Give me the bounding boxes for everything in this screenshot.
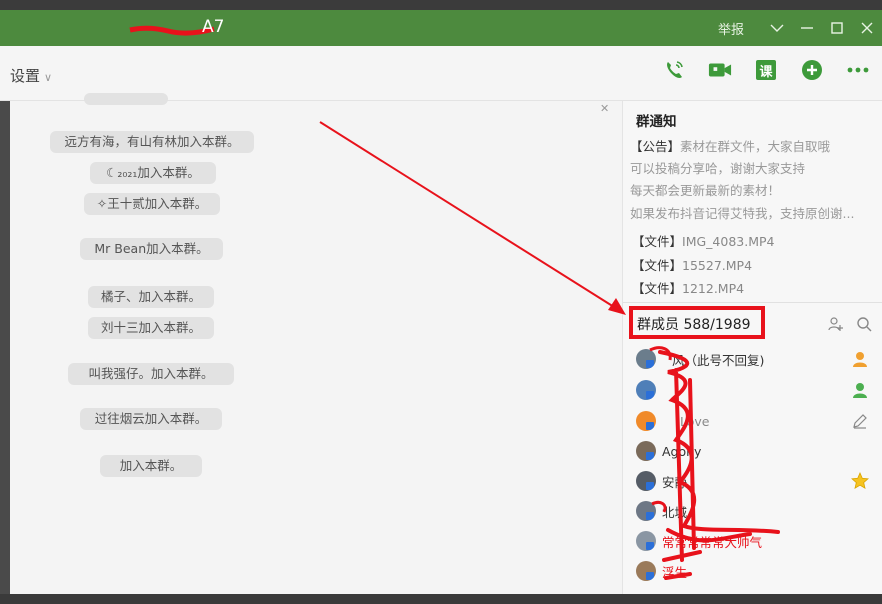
system-message: 过往烟云加入本群。: [80, 408, 222, 430]
report-button[interactable]: 举报: [718, 19, 744, 38]
file-name: 1212.MP4: [682, 281, 745, 296]
avatar: [636, 380, 656, 400]
notice-line: 如果发布抖音记得艾特我，支持原创谢...: [630, 206, 855, 221]
member-item[interactable]: 常常常常常大帅气: [636, 530, 762, 552]
system-message: 加入本群。: [100, 455, 202, 477]
close-icon[interactable]: [852, 10, 882, 46]
system-message: 远方有海，有山有林加入本群。: [50, 131, 254, 153]
file-item[interactable]: 【文件】1212.MP4: [632, 278, 744, 297]
member-name: 风（此号不回复): [672, 352, 765, 368]
video-icon[interactable]: [708, 58, 732, 82]
chevron-down-icon: ∨: [44, 71, 53, 84]
member-item[interactable]: 浮生: [636, 560, 687, 582]
class-icon-label: 课: [759, 64, 773, 80]
notice-tag: 【公告】: [630, 139, 681, 154]
maximize-icon[interactable]: [822, 10, 852, 46]
notice-line: 可以投稿分享哈，谢谢大家支持: [630, 161, 806, 176]
notice-line: 【公告】素材在群文件，大家自取哦: [630, 136, 830, 155]
chevron-down-icon[interactable]: [762, 10, 792, 46]
bottom-strip: [0, 594, 882, 604]
class-icon[interactable]: 课: [754, 58, 778, 82]
close-icon[interactable]: ✕: [600, 102, 609, 115]
settings-label: 设置: [10, 67, 41, 85]
add-app-icon[interactable]: [800, 58, 824, 82]
member-name: Agony: [662, 443, 702, 459]
divider: [623, 302, 882, 303]
avatar: [636, 531, 656, 551]
edit-icon[interactable]: [850, 411, 870, 431]
member-item[interactable]: 安静: [636, 470, 687, 492]
member-name: 安静: [662, 474, 688, 490]
avatar: [636, 561, 656, 581]
avatar: [636, 411, 656, 431]
system-message: 刘十三加入本群。: [88, 317, 214, 339]
group-title: A7: [202, 17, 225, 37]
star-icon: [850, 471, 870, 491]
member-name: 浮生: [662, 564, 688, 580]
phone-icon[interactable]: [662, 58, 686, 82]
system-message: 叫我强仔。加入本群。: [68, 363, 234, 385]
owner-icon: [850, 349, 870, 369]
file-name: IMG_4083.MP4: [682, 234, 775, 249]
search-icon[interactable]: [856, 316, 872, 332]
notice-title: 群通知: [636, 114, 677, 130]
app-window: A7 举报 设置 ∨ 课 远方有海，有山有林加入本群。 ☾₂₀₂₁加入本群。 ✧…: [0, 0, 882, 604]
notice-line: 每天都会更新最新的素材！: [630, 183, 781, 198]
file-name: 15527.MP4: [682, 258, 753, 273]
toolbar-actions: 课: [662, 58, 870, 82]
member-item[interactable]: 风（此号不回复): [636, 348, 764, 370]
member-actions: [828, 316, 872, 332]
system-message: Mr Bean加入本群。: [80, 238, 223, 260]
admin-icon: [850, 380, 870, 400]
avatar: [636, 441, 656, 461]
title-bar: A7 举报: [0, 10, 882, 46]
system-message: 橘子、加入本群。: [88, 286, 214, 308]
window-controls: 举报: [718, 10, 882, 46]
avatar: [636, 349, 656, 369]
file-tag: 【文件】: [632, 281, 683, 296]
member-item[interactable]: 北城: [636, 500, 687, 522]
top-strip: [0, 0, 882, 10]
file-item[interactable]: 【文件】15527.MP4: [632, 255, 752, 274]
system-message-partial: [84, 93, 168, 105]
member-item[interactable]: Love: [636, 410, 709, 432]
chat-area[interactable]: 远方有海，有山有林加入本群。 ☾₂₀₂₁加入本群。 ✧王十贰加入本群。 Mr B…: [10, 93, 622, 594]
member-item[interactable]: [636, 379, 662, 401]
member-name: 常常常常常大帅气: [662, 534, 763, 550]
minimize-icon[interactable]: [792, 10, 822, 46]
settings-dropdown[interactable]: 设置 ∨: [10, 65, 52, 86]
more-icon[interactable]: [846, 58, 870, 82]
avatar: [636, 471, 656, 491]
add-member-icon[interactable]: [828, 316, 844, 332]
file-tag: 【文件】: [632, 234, 683, 249]
notice-text: 素材在群文件，大家自取哦: [680, 139, 831, 154]
member-name: Love: [680, 413, 710, 429]
member-item[interactable]: Agony: [636, 440, 701, 462]
member-name: 北城: [662, 504, 688, 520]
file-tag: 【文件】: [632, 258, 683, 273]
file-item[interactable]: 【文件】IMG_4083.MP4: [632, 231, 774, 250]
avatar: [636, 501, 656, 521]
annotation-highlight-box: [629, 306, 765, 339]
system-message: ☾₂₀₂₁加入本群。: [90, 162, 216, 184]
system-message: ✧王十贰加入本群。: [84, 193, 220, 215]
